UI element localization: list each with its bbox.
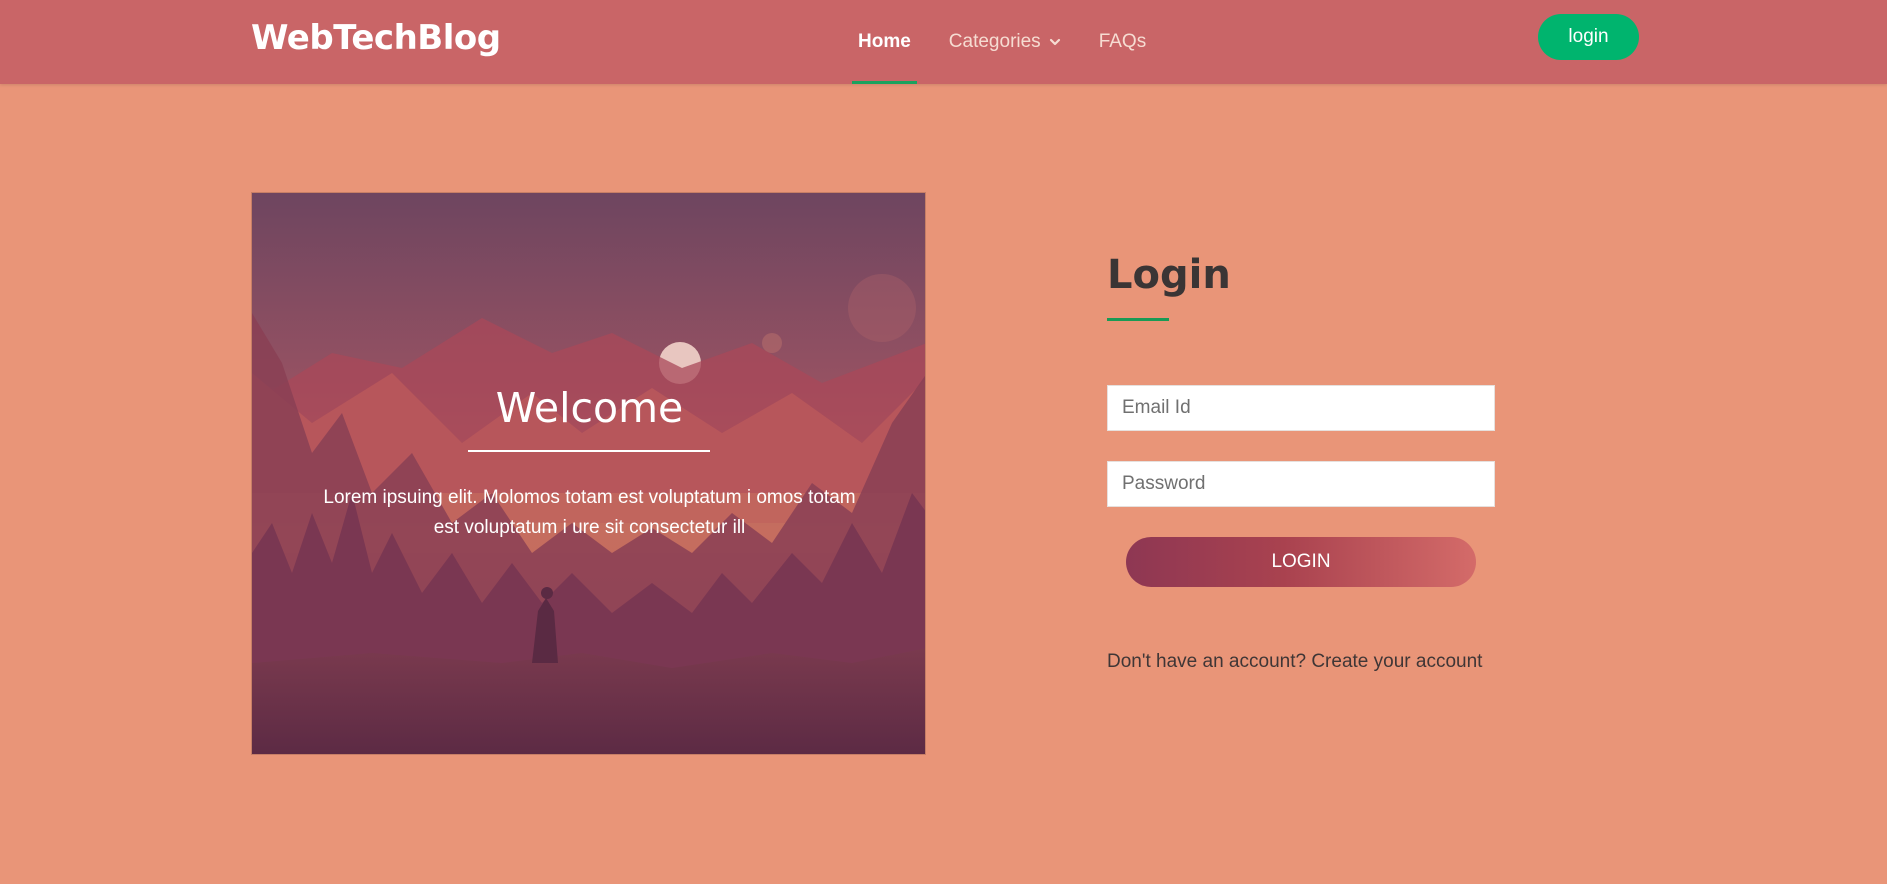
nav-home[interactable]: Home	[850, 0, 919, 84]
welcome-card: Welcome Lorem ipsuing elit. Molomos tota…	[251, 192, 926, 755]
signup-prompt-text: Don't have an account?	[1107, 651, 1307, 672]
login-heading: Login	[1107, 252, 1231, 298]
nav-categories-label: Categories	[948, 31, 1041, 52]
page: WebTechBlog Home Categories FAQs login W…	[0, 0, 1887, 885]
welcome-divider	[468, 450, 710, 452]
main-nav: Home Categories FAQs	[850, 0, 1176, 84]
chevron-down-icon	[1049, 38, 1060, 46]
welcome-text: Lorem ipsuing elit. Molomos totam est vo…	[323, 487, 856, 538]
welcome-overlay: Welcome Lorem ipsuing elit. Molomos tota…	[252, 193, 925, 754]
top-navbar: WebTechBlog Home Categories FAQs login	[0, 0, 1887, 84]
brand-logo[interactable]: WebTechBlog	[251, 16, 501, 60]
login-submit-button[interactable]: LOGIN	[1126, 537, 1476, 587]
login-heading-underline	[1107, 318, 1169, 321]
email-input[interactable]	[1107, 385, 1495, 431]
nav-faqs-label: FAQs	[1098, 31, 1147, 52]
password-input[interactable]	[1107, 461, 1495, 507]
nav-home-label: Home	[858, 31, 911, 52]
header-login-button[interactable]: login	[1538, 14, 1639, 60]
nav-faqs[interactable]: FAQs	[1091, 0, 1155, 84]
signup-prompt: Don't have an account? Create your accou…	[1107, 650, 1482, 674]
welcome-title: Welcome	[495, 384, 684, 432]
create-account-link[interactable]: Create your account	[1311, 651, 1482, 672]
nav-categories[interactable]: Categories	[941, 0, 1069, 84]
